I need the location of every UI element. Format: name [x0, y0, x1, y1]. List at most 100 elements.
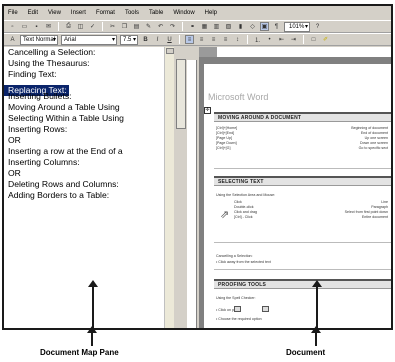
email-icon[interactable]: ✉	[44, 22, 53, 31]
line-desc: Entire document	[361, 215, 388, 219]
document-map-scrollbar[interactable]	[164, 47, 174, 328]
tables-borders-icon[interactable]: ▦	[200, 22, 209, 31]
map-item[interactable]: Using the Thesaurus:	[4, 58, 173, 69]
document-page[interactable]: Microsoft Word ✛ MOVING AROUND A DOCUMEN…	[204, 64, 391, 328]
map-item[interactable]: Inserting Bullets:	[4, 91, 173, 102]
section-heading: SELECTING TEXT	[214, 176, 391, 186]
menu-view[interactable]: View	[48, 10, 61, 16]
line-key: [Ctrl]+[G]	[216, 146, 231, 150]
bullet-text: Choose the required option	[218, 317, 262, 321]
open-icon[interactable]: ▭	[20, 22, 29, 31]
mouse-pointer-icon: ⇗	[220, 209, 230, 221]
table-move-handle-icon[interactable]: ✛	[204, 107, 211, 114]
columns-icon[interactable]: ▮	[236, 22, 245, 31]
document-map-icon[interactable]: ▣	[260, 22, 269, 31]
zoom-select[interactable]: 101%	[284, 21, 310, 32]
border-icon[interactable]: □	[309, 35, 318, 44]
toolbar-separator	[179, 35, 180, 44]
menu-table[interactable]: Table	[149, 10, 163, 16]
style-select[interactable]: Text Normal	[20, 34, 58, 45]
print-icon[interactable]: ⎙	[64, 22, 73, 31]
print-preview-icon[interactable]: ◫	[76, 22, 85, 31]
horizontal-ruler[interactable]	[199, 47, 391, 58]
font-size-select[interactable]: 7.5	[120, 34, 138, 45]
menu-file[interactable]: File	[8, 10, 18, 16]
line-key: [Ctrl] - Click	[234, 215, 253, 219]
map-item[interactable]: OR	[4, 135, 173, 146]
help-icon[interactable]: ?	[313, 22, 322, 31]
map-item[interactable]: Moving Around a Table Using	[4, 102, 173, 113]
underline-icon[interactable]: U	[165, 35, 174, 44]
document-area: Microsoft Word ✛ MOVING AROUND A DOCUMEN…	[199, 58, 391, 328]
map-item[interactable]: Inserting Columns:	[4, 157, 173, 168]
map-item[interactable]: Selecting Within a Table Using	[4, 113, 173, 124]
doc-line: [Ctrl] - Click Entire document	[234, 215, 388, 219]
increase-indent-icon[interactable]: ⇥	[289, 35, 298, 44]
map-item[interactable]: Deleting Rows and Columns:	[4, 179, 173, 190]
bold-icon[interactable]: B	[141, 35, 150, 44]
vertical-ruler[interactable]	[187, 60, 197, 328]
hyperlink-icon[interactable]: ⚭	[188, 22, 197, 31]
font-select[interactable]: Arial	[61, 34, 117, 45]
doc-line: Cancelling a Selection:	[216, 254, 253, 258]
copy-icon[interactable]: ❐	[120, 22, 129, 31]
decrease-indent-icon[interactable]: ⇤	[277, 35, 286, 44]
doc-bullet: • Click on press	[216, 308, 241, 312]
doc-bullet: • Choose the required option	[216, 317, 262, 321]
scroll-thumb[interactable]	[166, 48, 174, 54]
document-arrow-tail	[311, 326, 321, 346]
pane-splitter-scrollbar[interactable]	[175, 47, 187, 328]
toolbar-separator	[303, 35, 304, 44]
justify-icon[interactable]: ≡	[221, 35, 230, 44]
align-center-icon[interactable]: ≡	[197, 35, 206, 44]
line-key: Double-click	[234, 205, 254, 209]
highlight-icon[interactable]: ✐	[321, 35, 330, 44]
align-left-icon[interactable]: ≡	[185, 35, 194, 44]
map-item[interactable]: Finding Text:	[4, 69, 173, 80]
menu-window[interactable]: Window	[173, 10, 194, 16]
menu-help[interactable]: Help	[205, 10, 217, 16]
redo-icon[interactable]: ↷	[168, 22, 177, 31]
map-item[interactable]: Inserting a row at the End of a	[4, 146, 173, 157]
undo-icon[interactable]: ↶	[156, 22, 165, 31]
line-desc: Go to specific sect	[358, 146, 388, 150]
styles-icon[interactable]: A	[8, 35, 17, 44]
line-key: Click and drag	[234, 210, 257, 214]
standard-toolbar: ▫ ▭ ▪ ✉ ⎙ ◫ ✓ ✂ ❐ ▤ ✎ ↶ ↷ ⚭ ▦ ▥ ▧ ▮ ◇ ▣ …	[4, 20, 391, 33]
line-desc: Up one screen	[364, 136, 388, 140]
line-desc: Select from first point down	[344, 210, 388, 214]
doc-line: Click and drag Select from first point do…	[234, 210, 388, 214]
doc-line: Double-click Paragraph	[234, 205, 388, 209]
doc-line: Using the Selection Area and Mouse:	[216, 193, 276, 197]
drawing-icon[interactable]: ◇	[248, 22, 257, 31]
numbering-icon[interactable]: ⒈	[253, 35, 262, 44]
map-item[interactable]: Inserting Rows:	[4, 124, 173, 135]
menu-insert[interactable]: Insert	[71, 10, 86, 16]
line-desc: End of document	[360, 131, 388, 135]
save-icon[interactable]: ▪	[32, 22, 41, 31]
bullets-icon[interactable]: •	[265, 35, 274, 44]
line-key: [Page Up]	[216, 136, 232, 140]
menu-format[interactable]: Format	[96, 10, 115, 16]
map-item[interactable]: OR	[4, 168, 173, 179]
line-desc: Paragraph	[371, 205, 388, 209]
line-spacing-icon[interactable]: ↕	[233, 35, 242, 44]
menu-edit[interactable]: Edit	[28, 10, 38, 16]
insert-excel-icon[interactable]: ▧	[224, 22, 233, 31]
document-arrow	[312, 280, 322, 328]
new-icon[interactable]: ▫	[8, 22, 17, 31]
map-item[interactable]: Adding Borders to a Table:	[4, 190, 173, 201]
paste-icon[interactable]: ▤	[132, 22, 141, 31]
insert-table-icon[interactable]: ▥	[212, 22, 221, 31]
formatting-toolbar: A Text Normal Arial 7.5 B I U ≡ ≡ ≡ ≡ ↕ …	[4, 33, 391, 46]
scroll-thumb[interactable]	[176, 59, 186, 129]
italic-icon[interactable]: I	[153, 35, 162, 44]
align-right-icon[interactable]: ≡	[209, 35, 218, 44]
format-painter-icon[interactable]: ✎	[144, 22, 153, 31]
menu-tools[interactable]: Tools	[125, 10, 139, 16]
doc-line: Click Line	[234, 200, 388, 204]
map-item[interactable]: Cancelling a Selection:	[4, 47, 173, 58]
show-hide-icon[interactable]: ¶	[272, 22, 281, 31]
cut-icon[interactable]: ✂	[108, 22, 117, 31]
spelling-icon[interactable]: ✓	[88, 22, 97, 31]
